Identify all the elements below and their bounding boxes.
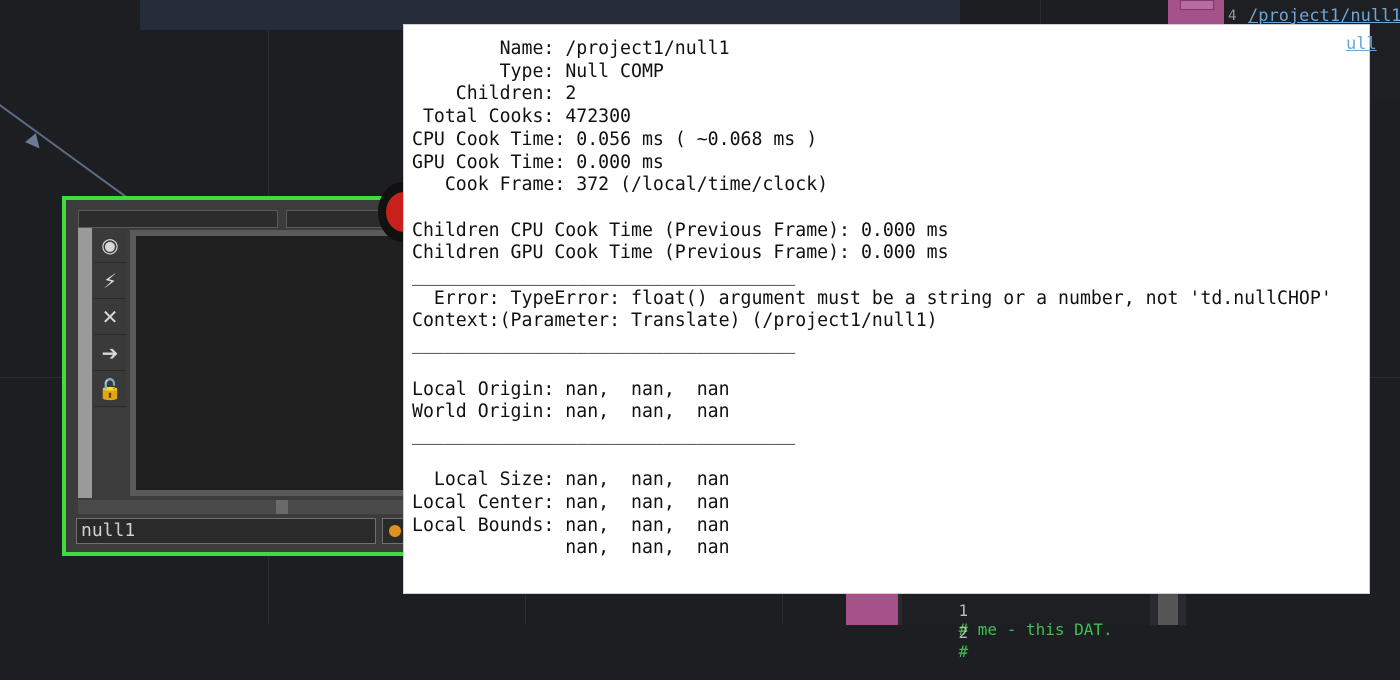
node-input-tab[interactable] <box>78 210 278 228</box>
local-bounds-row2: nan, nan, nan <box>412 537 730 559</box>
node-scrollbar[interactable] <box>78 500 408 514</box>
node-flag-column: ◉ ⚡ ✕ ➔ 🔓 <box>94 228 126 408</box>
dat-side-panel <box>846 590 898 625</box>
node-info-text: Name: /project1/null1 Type: Null COMP Ch… <box>412 38 1332 560</box>
gpu-cook-label: GPU Cook Time: <box>412 151 566 173</box>
cpu-cook-label: CPU Cook Time: <box>412 128 566 150</box>
error-context: Context:(Parameter: Translate) (/project… <box>412 310 938 332</box>
arrow-right-icon[interactable]: ➔ <box>94 336 126 371</box>
connection-wire[interactable] <box>0 104 130 200</box>
total-cooks-label: Total Cooks: <box>412 106 555 128</box>
local-origin: Local Origin: nan, nan, nan <box>412 378 730 400</box>
total-cooks-value: 472300 <box>565 106 632 128</box>
close-icon[interactable]: ✕ <box>94 300 126 335</box>
cpu-cook-value: 0.056 ms ( ~0.068 ms ) <box>576 128 818 150</box>
error-message: Error: TypeError: float() argument must … <box>412 287 1332 309</box>
dat-line-text-2[interactable]: ull <box>1346 34 1377 54</box>
line-number: 4 <box>1228 8 1237 24</box>
dat-line-text[interactable]: # me - this DAT. <box>959 620 1113 639</box>
children-cpu-time: Children CPU Cook Time (Previous Frame):… <box>412 219 949 241</box>
lock-icon[interactable]: 🔓 <box>94 372 126 407</box>
children-value: 2 <box>565 83 577 105</box>
viewer-icon[interactable]: ◉ <box>94 228 126 263</box>
local-bounds: Local Bounds: nan, nan, nan <box>412 514 730 536</box>
separator: ___________________________________ <box>412 265 796 287</box>
name-value: /project1/null1 <box>565 38 730 59</box>
status-dot-icon <box>389 525 401 537</box>
type-value: Null COMP <box>565 60 664 82</box>
separator: ___________________________________ <box>412 333 796 355</box>
name-label: Name: <box>412 38 555 59</box>
dat-line-text[interactable]: # <box>959 642 969 661</box>
local-center: Local Center: nan, nan, nan <box>412 492 730 514</box>
node-name-field[interactable]: null1 <box>76 518 376 544</box>
node-input-strip[interactable] <box>78 228 92 498</box>
node-viewer[interactable] <box>130 230 420 496</box>
world-origin: World Origin: nan, nan, nan <box>412 401 730 423</box>
type-label: Type: <box>412 60 555 82</box>
line-number: 2 <box>958 623 969 642</box>
separator: ___________________________________ <box>412 423 796 445</box>
cook-frame-label: Cook Frame: <box>412 174 566 196</box>
children-gpu-time: Children GPU Cook Time (Previous Frame):… <box>412 242 949 264</box>
children-label: Children: <box>412 83 555 105</box>
gpu-cook-value: 0.000 ms <box>576 151 664 173</box>
dat-line-text[interactable]: /project1/null1 <box>1248 6 1400 26</box>
local-size: Local Size: nan, nan, nan <box>412 469 730 491</box>
bypass-icon[interactable]: ⚡ <box>94 264 126 299</box>
text-dat-bottom[interactable]: 1 # me - this DAT. 2 # <box>846 590 1186 661</box>
node-info-popup: Name: /project1/null1 Type: Null COMP Ch… <box>403 24 1370 594</box>
null-comp-node[interactable]: ◉ ⚡ ✕ ➔ 🔓 null1 <box>62 196 420 556</box>
dat-scrollbar[interactable] <box>1158 590 1178 625</box>
cook-frame-value: 372 (/local/time/clock) <box>576 174 829 196</box>
